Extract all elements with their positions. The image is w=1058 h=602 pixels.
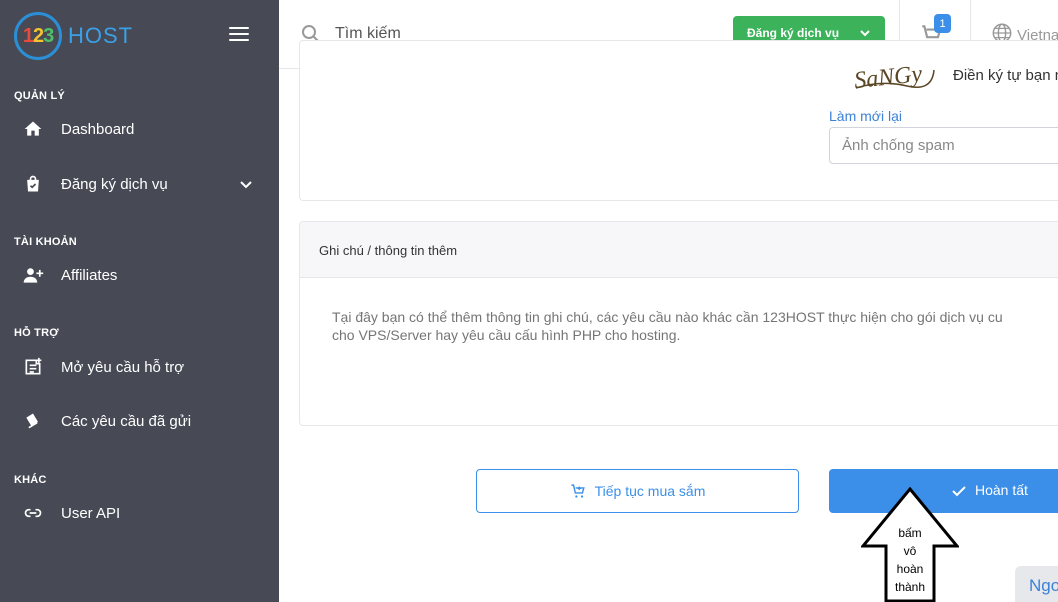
finish-label: Hoàn tất bbox=[975, 482, 1028, 498]
section-title-other: KHÁC bbox=[14, 474, 47, 486]
link-icon bbox=[22, 502, 44, 524]
section-title-manage: QUẢN LÝ bbox=[14, 90, 65, 102]
continue-shopping-label: Tiếp tục mua sắm bbox=[594, 483, 706, 499]
notes-card-header: Ghi chú / thông tin thêm bbox=[300, 222, 1058, 278]
logo-text: HOST bbox=[68, 23, 134, 48]
chevron-down-icon[interactable] bbox=[238, 176, 254, 192]
annotation-line: vô bbox=[903, 544, 917, 558]
sidebar: 123 HOST QUẢN LÝ Dashboard Đăng ký dịch … bbox=[0, 0, 279, 602]
logo[interactable]: 123 HOST bbox=[14, 12, 133, 60]
notes-textarea[interactable] bbox=[332, 308, 1058, 408]
captcha-card bbox=[299, 40, 1058, 201]
annotation-line: bấm bbox=[898, 526, 922, 540]
language-tab[interactable]: Ngo bbox=[1015, 566, 1058, 602]
logo-digit-2: 2 bbox=[32, 24, 44, 47]
sidebar-item-sent-tickets[interactable]: Các yêu cầu đã gửi bbox=[0, 403, 279, 439]
sidebar-item-label: Đăng ký dịch vụ bbox=[61, 175, 168, 193]
cart-add-icon bbox=[570, 483, 587, 500]
continue-shopping-button[interactable]: Tiếp tục mua sắm bbox=[476, 469, 799, 513]
section-title-support: HỖ TRỢ bbox=[14, 327, 59, 339]
sidebar-item-affiliates[interactable]: Affiliates bbox=[0, 257, 279, 293]
annotation-text: bấm vô hoàn thành bbox=[886, 524, 934, 596]
sidebar-item-label: Mở yêu cầu hỗ trợ bbox=[61, 358, 185, 376]
sidebar-item-label: Affiliates bbox=[61, 266, 118, 284]
shopping-bag-icon bbox=[22, 173, 44, 195]
logo-badge: 123 bbox=[14, 12, 62, 60]
captcha-image: SaNGy bbox=[853, 61, 935, 94]
captcha-refresh-link[interactable]: Làm mới lại bbox=[829, 108, 902, 124]
sidebar-item-label: Các yêu cầu đã gửi bbox=[61, 412, 192, 430]
tickets-icon bbox=[22, 410, 44, 432]
annotation-line: hoàn bbox=[896, 562, 924, 576]
home-icon bbox=[22, 118, 44, 140]
logo-digit-3: 3 bbox=[43, 24, 54, 47]
sidebar-item-user-api[interactable]: User API bbox=[0, 495, 279, 531]
captcha-input[interactable] bbox=[829, 127, 1058, 164]
cart-count-badge: 1 bbox=[934, 14, 951, 33]
notes-card: Ghi chú / thông tin thêm bbox=[299, 221, 1058, 426]
sidebar-item-open-ticket[interactable]: Mở yêu cầu hỗ trợ bbox=[0, 349, 279, 385]
captcha-hint: Điền ký tự bạn n bbox=[953, 67, 1058, 84]
sidebar-item-register-service[interactable]: Đăng ký dịch vụ bbox=[0, 166, 279, 202]
notes-card-title: Ghi chú / thông tin thêm bbox=[319, 243, 458, 258]
register-service-label: Đăng ký dịch vụ bbox=[747, 26, 840, 40]
chevron-down-icon bbox=[859, 27, 871, 39]
add-user-icon bbox=[22, 264, 44, 286]
new-ticket-icon bbox=[22, 356, 44, 378]
logo-digit-1: 1 bbox=[22, 24, 34, 47]
sidebar-item-label: Dashboard bbox=[61, 120, 135, 138]
annotation-line: thành bbox=[894, 580, 926, 594]
svg-text:SaNGy: SaNGy bbox=[853, 61, 924, 94]
sidebar-item-label: User API bbox=[61, 504, 121, 522]
sidebar-item-dashboard[interactable]: Dashboard bbox=[0, 111, 279, 147]
menu-toggle-icon[interactable] bbox=[229, 27, 249, 41]
section-title-account: TÀI KHOẢN bbox=[14, 236, 77, 248]
